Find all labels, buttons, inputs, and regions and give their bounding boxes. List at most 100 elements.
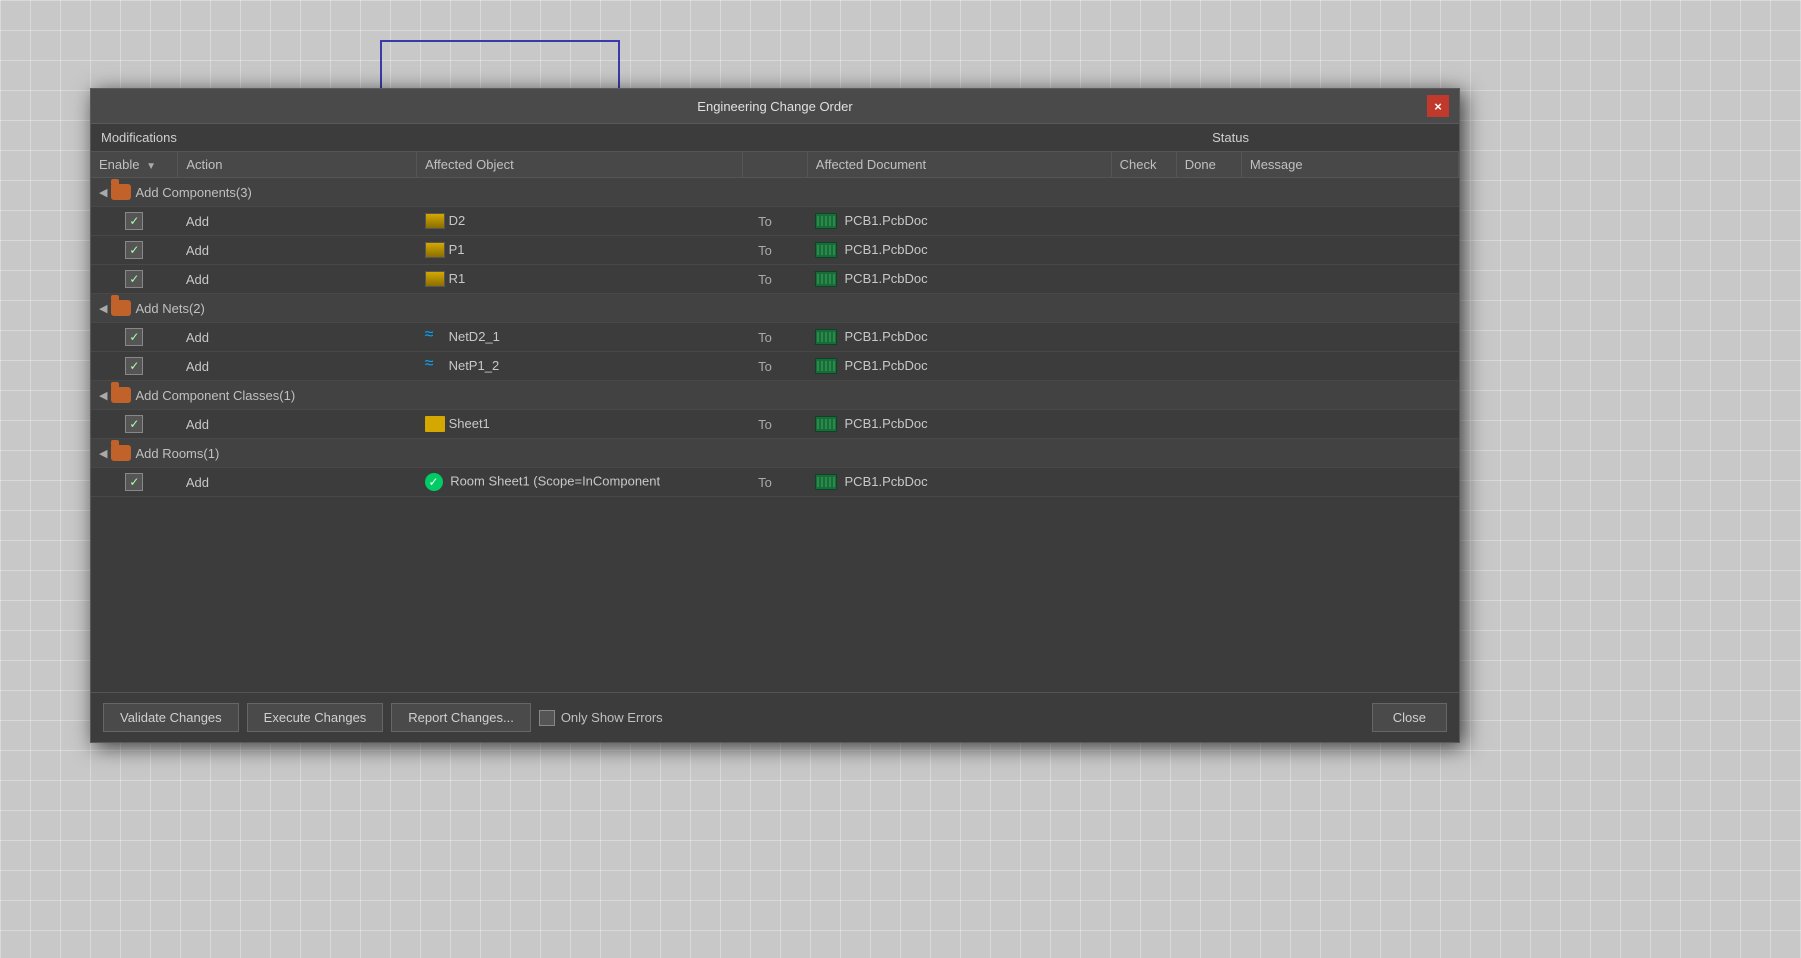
status-label: Status: [1212, 130, 1249, 145]
msg-cell-netp1: [1241, 352, 1458, 381]
group-row-rooms[interactable]: ◀ Add Rooms(1): [91, 439, 1459, 468]
doc-cell-netd2: PCB1.PcbDoc: [807, 323, 1111, 352]
msg-cell-netd2: [1241, 323, 1458, 352]
folder-icon-classes: [111, 387, 131, 403]
doc-cell-p1: PCB1.PcbDoc: [807, 236, 1111, 265]
collapse-arrow-classes: ◀: [99, 389, 107, 402]
obj-cell-room: ✓ Room Sheet1 (Scope=InComponent: [417, 468, 743, 497]
enable-cell-r1[interactable]: ✓: [91, 265, 178, 294]
changes-table-container: Enable ▼ Action Affected Object Affected…: [91, 152, 1459, 692]
obj-cell-r1: R1: [417, 265, 743, 294]
msg-cell-p1: [1241, 236, 1458, 265]
table-row: ✓ Add NetD2_1 To PCB1.PcbDoc: [91, 323, 1459, 352]
done-cell-room: [1176, 468, 1241, 497]
done-cell-netd2: [1176, 323, 1241, 352]
col-header-affected-document: Affected Document: [807, 152, 1111, 178]
action-cell-r1: Add: [178, 265, 417, 294]
room-icon: ✓: [425, 473, 443, 491]
table-row: ✓ Add P1 To PCB1.PcbDoc: [91, 236, 1459, 265]
col-header-to: [742, 152, 807, 178]
group-label-components: Add Components(3): [135, 185, 251, 200]
pcb-icon-d2: [815, 213, 837, 229]
done-cell-sheet1: [1176, 410, 1241, 439]
group-label-classes: Add Component Classes(1): [135, 388, 295, 403]
check-cell-netp1: [1111, 352, 1176, 381]
checkbox-d2[interactable]: ✓: [125, 212, 143, 230]
enable-cell-room[interactable]: ✓: [91, 468, 178, 497]
enable-cell-netd2[interactable]: ✓: [91, 323, 178, 352]
folder-icon-components: [111, 184, 131, 200]
execute-changes-button[interactable]: Execute Changes: [247, 703, 384, 732]
table-row: ✓ Add NetP1_2 To PCB1.PcbDoc: [91, 352, 1459, 381]
only-show-errors-checkbox[interactable]: [539, 710, 555, 726]
dialog-body: Modifications Status Enable ▼ Action Aff…: [91, 124, 1459, 742]
checkbox-r1[interactable]: ✓: [125, 270, 143, 288]
obj-cell-netd2: NetD2_1: [417, 323, 743, 352]
msg-cell-r1: [1241, 265, 1458, 294]
check-cell-p1: [1111, 236, 1176, 265]
to-cell-p1: To: [742, 236, 807, 265]
table-row: ✓ Add ✓ Room Sheet1 (Scope=InComponent T…: [91, 468, 1459, 497]
report-changes-button[interactable]: Report Changes...: [391, 703, 531, 732]
obj-cell-sheet1: Sheet1: [417, 410, 743, 439]
checkbox-netd2[interactable]: ✓: [125, 328, 143, 346]
action-cell-p1: Add: [178, 236, 417, 265]
action-cell-netd2: Add: [178, 323, 417, 352]
component-icon-d2: [425, 213, 445, 229]
dialog-title-bar: Engineering Change Order ×: [91, 89, 1459, 124]
col-header-done: Done: [1176, 152, 1241, 178]
checkbox-sheet1[interactable]: ✓: [125, 415, 143, 433]
table-row: ✓ Add D2 To PCB1.PcbDoc: [91, 207, 1459, 236]
changes-table: Enable ▼ Action Affected Object Affected…: [91, 152, 1459, 497]
group-row-classes[interactable]: ◀ Add Component Classes(1): [91, 381, 1459, 410]
folder-icon-nets: [111, 300, 131, 316]
col-header-affected-object: Affected Object: [417, 152, 743, 178]
done-cell-p1: [1176, 236, 1241, 265]
msg-cell-room: [1241, 468, 1458, 497]
to-cell-sheet1: To: [742, 410, 807, 439]
obj-cell-p1: P1: [417, 236, 743, 265]
checkbox-room[interactable]: ✓: [125, 473, 143, 491]
table-row: ✓ Add Sheet1 To PCB1.PcbDoc: [91, 410, 1459, 439]
folder-icon-rooms: [111, 445, 131, 461]
check-cell-netd2: [1111, 323, 1176, 352]
to-cell-netp1: To: [742, 352, 807, 381]
col-header-message: Message: [1241, 152, 1458, 178]
doc-cell-d2: PCB1.PcbDoc: [807, 207, 1111, 236]
obj-cell-d2: D2: [417, 207, 743, 236]
msg-cell-d2: [1241, 207, 1458, 236]
check-cell-d2: [1111, 207, 1176, 236]
validate-changes-button[interactable]: Validate Changes: [103, 703, 239, 732]
action-cell-d2: Add: [178, 207, 417, 236]
net-icon-netd2: [425, 329, 445, 345]
sort-arrow-enable: ▼: [146, 161, 156, 172]
collapse-arrow-components: ◀: [99, 186, 107, 199]
pcb-icon-netp1: [815, 358, 837, 374]
to-cell-room: To: [742, 468, 807, 497]
enable-cell-d2[interactable]: ✓: [91, 207, 178, 236]
to-cell-netd2: To: [742, 323, 807, 352]
done-cell-r1: [1176, 265, 1241, 294]
close-button[interactable]: Close: [1372, 703, 1447, 732]
col-header-check: Check: [1111, 152, 1176, 178]
pcb-icon-p1: [815, 242, 837, 258]
action-cell-sheet1: Add: [178, 410, 417, 439]
group-row-components[interactable]: ◀ Add Components(3): [91, 178, 1459, 207]
collapse-arrow-nets: ◀: [99, 302, 107, 315]
schematic-box: [380, 40, 620, 95]
enable-cell-netp1[interactable]: ✓: [91, 352, 178, 381]
group-label-rooms: Add Rooms(1): [135, 446, 219, 461]
enable-cell-sheet1[interactable]: ✓: [91, 410, 178, 439]
action-cell-netp1: Add: [178, 352, 417, 381]
doc-cell-sheet1: PCB1.PcbDoc: [807, 410, 1111, 439]
pcb-icon-room: [815, 474, 837, 490]
col-header-enable: Enable ▼: [91, 152, 178, 178]
col-header-action: Action: [178, 152, 417, 178]
checkbox-netp1[interactable]: ✓: [125, 357, 143, 375]
enable-cell-p1[interactable]: ✓: [91, 236, 178, 265]
checkbox-p1[interactable]: ✓: [125, 241, 143, 259]
component-class-icon-sheet1: [425, 416, 445, 432]
group-row-nets[interactable]: ◀ Add Nets(2): [91, 294, 1459, 323]
close-title-button[interactable]: ×: [1427, 95, 1449, 117]
done-cell-netp1: [1176, 352, 1241, 381]
